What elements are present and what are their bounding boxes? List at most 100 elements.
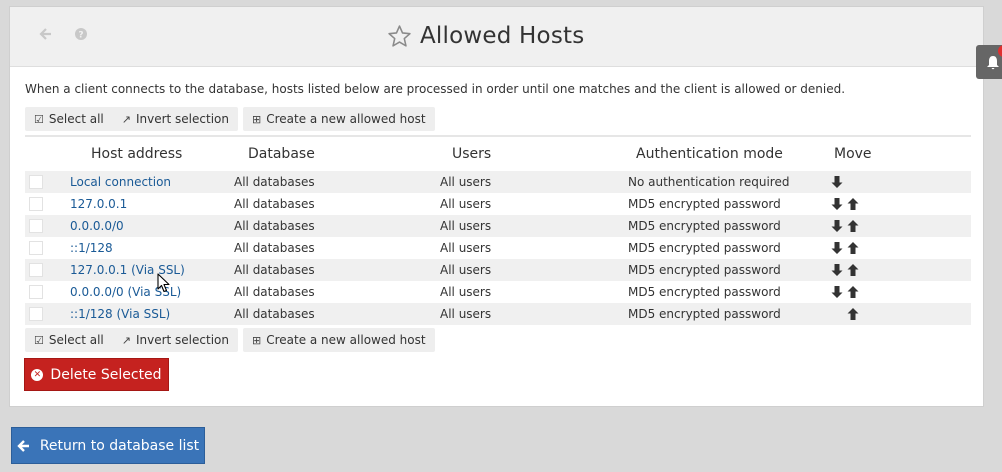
auth-cell: MD5 encrypted password — [622, 215, 830, 237]
table-row: ::1/128 All databases All users MD5 encrypt… — [25, 237, 971, 259]
host-link[interactable]: 0.0.0.0/0 — [70, 219, 124, 233]
arrow-down-icon[interactable] — [830, 219, 844, 233]
database-cell: All databases — [228, 259, 434, 281]
users-cell: All users — [434, 171, 622, 193]
auth-cell: MD5 encrypted password — [622, 237, 830, 259]
question-circle-icon[interactable]: ? — [73, 27, 89, 43]
arrow-down-icon[interactable] — [830, 175, 844, 189]
row-checkbox[interactable] — [29, 175, 43, 190]
auth-cell: MD5 encrypted password — [622, 303, 830, 325]
column-header-auth[interactable]: Authentication mode — [622, 136, 830, 171]
host-link[interactable]: 127.0.0.1 — [70, 197, 127, 211]
auth-cell: MD5 encrypted password — [622, 259, 830, 281]
auth-cell: No authentication required — [622, 171, 830, 193]
invert-selection-button-bottom[interactable]: ↗ Invert selection — [113, 328, 238, 352]
table-row: 0.0.0.0/0 All databases All users MD5 encry… — [25, 215, 971, 237]
plus-square-icon: ⊞ — [251, 333, 262, 347]
select-all-button[interactable]: ☑ Select all — [25, 107, 113, 131]
delete-selected-button[interactable]: ✕ Delete Selected — [24, 358, 169, 391]
times-circle-icon: ✕ — [31, 368, 44, 381]
arrow-down-icon[interactable] — [830, 197, 844, 211]
svg-text:?: ? — [78, 31, 83, 41]
host-link[interactable]: ::1/128 (Via SSL) — [70, 307, 170, 321]
table-row: ::1/128 (Via SSL) All databases All users M… — [25, 303, 971, 325]
users-cell: All users — [434, 281, 622, 303]
database-cell: All databases — [228, 237, 434, 259]
return-label: Return to database list — [39, 437, 200, 454]
arrow-up-icon[interactable] — [846, 307, 860, 321]
table-row: 127.0.0.1 All databases All users MD5 encry… — [25, 193, 971, 215]
delete-selected-label: Delete Selected — [50, 366, 162, 383]
return-to-database-list-button[interactable]: Return to database list — [11, 427, 205, 464]
auth-cell: MD5 encrypted password — [622, 281, 830, 303]
column-header-database[interactable]: Database — [228, 136, 434, 171]
row-select-cell — [25, 237, 65, 259]
bell-icon — [987, 56, 999, 70]
move-cell — [830, 193, 971, 215]
mouse-cursor-icon — [157, 273, 170, 293]
database-cell: All databases — [228, 193, 434, 215]
arrow-down-icon[interactable] — [830, 241, 844, 255]
description-text: When a client connects to the database, … — [25, 82, 846, 96]
move-cell — [830, 171, 971, 193]
arrow-up-icon[interactable] — [846, 285, 860, 299]
table-body: Local connection All databases All users No… — [25, 171, 971, 325]
row-checkbox[interactable] — [29, 307, 43, 322]
check-square-icon: ☑ — [34, 333, 44, 347]
notification-tab[interactable] — [976, 45, 1002, 79]
column-header-host[interactable]: Host address — [65, 136, 228, 171]
arrow-left-icon[interactable] — [38, 27, 54, 43]
selection-button-group: ☑ Select all ↗ Invert selection — [25, 107, 238, 131]
host-cell: ::1/128 (Via SSL) — [65, 303, 228, 325]
create-host-button[interactable]: ⊞ Create a new allowed host — [243, 107, 435, 131]
create-button-group-bottom: ⊞ Create a new allowed host — [242, 328, 435, 352]
row-checkbox[interactable] — [29, 263, 43, 278]
arrow-down-icon[interactable] — [830, 285, 844, 299]
host-cell: ::1/128 — [65, 237, 228, 259]
page-title: Allowed Hosts — [420, 23, 585, 49]
host-link[interactable]: Local connection — [70, 175, 171, 189]
select-all-button-bottom[interactable]: ☑ Select all — [25, 328, 113, 352]
users-cell: All users — [434, 259, 622, 281]
row-select-cell — [25, 259, 65, 281]
move-cell — [830, 237, 971, 259]
row-checkbox[interactable] — [29, 241, 43, 256]
database-cell: All databases — [228, 281, 434, 303]
check-square-icon: ☑ — [34, 112, 44, 126]
host-cell: 0.0.0.0/0 (Via SSL) — [65, 281, 228, 303]
arrow-up-icon[interactable] — [846, 219, 860, 233]
create-host-label: Create a new allowed host — [266, 112, 426, 126]
row-checkbox[interactable] — [29, 219, 43, 234]
share-square-icon: ↗ — [121, 112, 131, 126]
host-link[interactable]: ::1/128 — [70, 241, 113, 255]
create-host-button-bottom[interactable]: ⊞ Create a new allowed host — [243, 328, 435, 352]
share-square-icon: ↗ — [121, 333, 131, 347]
table-row: Local connection All databases All users No… — [25, 171, 971, 193]
selection-button-group-bottom: ☑ Select all ↗ Invert selection — [25, 328, 238, 352]
arrow-up-icon[interactable] — [846, 241, 860, 255]
database-cell: All databases — [228, 171, 434, 193]
arrow-up-icon[interactable] — [846, 263, 860, 277]
arrow-down-icon[interactable] — [830, 263, 844, 277]
users-cell: All users — [434, 237, 622, 259]
move-cell — [830, 215, 971, 237]
row-checkbox[interactable] — [29, 197, 43, 212]
title-wrap: Allowed Hosts — [387, 21, 584, 51]
host-cell: 0.0.0.0/0 — [65, 215, 228, 237]
select-all-label: Select all — [48, 112, 104, 126]
move-cell — [830, 303, 971, 325]
row-select-cell — [25, 303, 65, 325]
arrow-up-icon[interactable] — [846, 197, 860, 211]
host-cell: 127.0.0.1 (Via SSL) — [65, 259, 228, 281]
row-select-cell — [25, 215, 65, 237]
main-panel: ? Allowed Hosts When a client connects t… — [9, 6, 984, 407]
invert-selection-button[interactable]: ↗ Invert selection — [113, 107, 238, 131]
star-outline-icon[interactable] — [387, 24, 412, 49]
move-cell — [830, 281, 971, 303]
plus-square-icon: ⊞ — [251, 112, 262, 126]
auth-cell: MD5 encrypted password — [622, 193, 830, 215]
database-cell: All databases — [228, 303, 434, 325]
row-select-cell — [25, 193, 65, 215]
column-header-users[interactable]: Users — [434, 136, 622, 171]
row-checkbox[interactable] — [29, 285, 43, 300]
